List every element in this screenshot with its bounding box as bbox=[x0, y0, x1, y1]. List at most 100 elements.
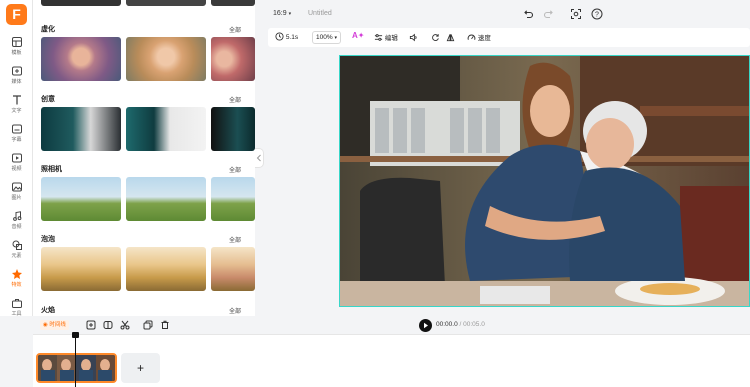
chevron-down-icon: ▾ bbox=[288, 11, 292, 17]
view-all-link[interactable]: 全部 bbox=[229, 235, 241, 244]
text-icon bbox=[12, 95, 21, 105]
app-logo[interactable]: F bbox=[6, 4, 27, 25]
video-frame-image bbox=[340, 56, 749, 306]
timeline-toggle-button[interactable]: ◉ 时间线 bbox=[40, 320, 69, 330]
collapse-panel-toggle[interactable] bbox=[255, 148, 264, 168]
aspect-ratio-select[interactable]: 16:9 ▾ bbox=[273, 10, 291, 17]
effect-thumbnail[interactable] bbox=[126, 0, 206, 6]
ai-magic-icon[interactable]: A✦ bbox=[352, 31, 364, 40]
zoom-value: 100% bbox=[316, 34, 333, 41]
sidebar-item-video[interactable]: 视频 bbox=[0, 149, 33, 177]
sidebar-item-label: 视频 bbox=[11, 166, 22, 172]
effect-thumbnail[interactable] bbox=[211, 0, 255, 6]
view-all-link[interactable]: 全部 bbox=[229, 95, 241, 104]
volume-icon[interactable] bbox=[409, 33, 418, 42]
edit-sliders-icon bbox=[374, 34, 383, 41]
playhead[interactable] bbox=[75, 334, 76, 387]
effect-thumbnail[interactable] bbox=[41, 0, 121, 6]
effect-thumbnail[interactable] bbox=[41, 177, 121, 221]
help-icon[interactable]: ? bbox=[591, 8, 603, 20]
clip-toolbar: 5.1s 100% ▾ A✦ 编辑 速度 bbox=[268, 28, 750, 47]
timeline-label: 时间线 bbox=[49, 322, 66, 328]
playhead-handle[interactable] bbox=[72, 332, 79, 338]
duration-value: 5.1s bbox=[285, 34, 299, 41]
screen-record-icon[interactable] bbox=[570, 8, 582, 20]
clock-icon bbox=[275, 32, 284, 41]
category-title: 照相机 bbox=[41, 166, 62, 173]
speed-label: 速度 bbox=[477, 35, 491, 42]
view-all-link[interactable]: 全部 bbox=[229, 25, 241, 34]
elements-icon bbox=[12, 240, 22, 250]
image-icon bbox=[11, 182, 22, 192]
effect-thumbnail[interactable] bbox=[211, 177, 255, 221]
add-icon[interactable] bbox=[86, 320, 96, 330]
sidebar-item-elements[interactable]: 元素 bbox=[0, 236, 33, 264]
clip-filmstrip bbox=[38, 355, 115, 381]
effect-thumbnail[interactable] bbox=[41, 37, 121, 81]
video-preview-canvas[interactable] bbox=[339, 55, 750, 307]
edit-button[interactable]: 编辑 bbox=[374, 32, 398, 42]
sidebar-item-text[interactable]: 文字 bbox=[0, 91, 33, 119]
speed-button[interactable]: 速度 bbox=[467, 32, 491, 42]
undo-icon[interactable] bbox=[522, 8, 534, 20]
sidebar-item-subtitle[interactable]: 字幕 bbox=[0, 120, 33, 148]
template-icon bbox=[11, 37, 22, 47]
project-name[interactable]: Untitled bbox=[308, 10, 332, 17]
zoom-select[interactable]: 100% ▾ bbox=[312, 31, 341, 44]
sidebar-item-image[interactable]: 图片 bbox=[0, 178, 33, 206]
effect-thumbnail[interactable] bbox=[41, 247, 121, 291]
sidebar-item-label: 元素 bbox=[11, 253, 22, 259]
category-title: 虚化 bbox=[41, 26, 55, 33]
tools-icon bbox=[11, 299, 22, 308]
effects-panel: 虚化 全部 创意 全部 照相机 全部 泡泡 全部 火焰 全部 bbox=[33, 0, 255, 316]
sidebar-rail: F 模板 媒体 文字 字幕 视频 图片 音频 元素 特效 工具 bbox=[0, 0, 33, 317]
audio-icon bbox=[12, 211, 21, 221]
flip-icon[interactable] bbox=[446, 33, 455, 42]
redo-icon[interactable] bbox=[543, 8, 555, 20]
add-clip-button[interactable]: + bbox=[121, 353, 160, 383]
sidebar-item-label: 图片 bbox=[11, 195, 22, 201]
subtitle-icon bbox=[11, 124, 22, 134]
split-icon[interactable] bbox=[103, 320, 113, 330]
view-all-link[interactable]: 全部 bbox=[229, 165, 241, 174]
total-time: 00:05.0 bbox=[463, 321, 485, 328]
delete-icon[interactable] bbox=[160, 320, 170, 330]
cut-icon[interactable] bbox=[120, 320, 130, 330]
timeline-controls: ◉ 时间线 00:00.0 / 00:05.0 bbox=[33, 316, 750, 334]
chevron-down-icon: ▾ bbox=[334, 35, 337, 41]
speed-icon bbox=[467, 34, 476, 40]
effect-thumbnail[interactable] bbox=[211, 247, 255, 291]
sidebar-item-media[interactable]: 媒体 bbox=[0, 62, 33, 90]
rotate-icon[interactable] bbox=[431, 33, 440, 42]
view-all-link[interactable]: 全部 bbox=[229, 306, 241, 315]
sidebar-item-audio[interactable]: 音频 bbox=[0, 207, 33, 235]
svg-text:?: ? bbox=[595, 12, 599, 19]
timecode: 00:00.0 / 00:05.0 bbox=[436, 321, 485, 328]
sidebar-item-tools[interactable]: 工具 bbox=[0, 294, 33, 322]
time-separator: / bbox=[459, 321, 462, 328]
effect-thumbnail[interactable] bbox=[126, 247, 206, 291]
category-title: 泡泡 bbox=[41, 236, 55, 243]
video-icon bbox=[11, 153, 22, 163]
effect-thumbnail[interactable] bbox=[211, 37, 255, 81]
sidebar-item-label: 音频 bbox=[11, 224, 22, 230]
timeline-icon: ◉ bbox=[43, 322, 48, 328]
sidebar-item-template[interactable]: 模板 bbox=[0, 33, 33, 61]
duplicate-icon[interactable] bbox=[143, 320, 153, 330]
chevron-left-icon bbox=[256, 154, 261, 162]
play-button[interactable] bbox=[419, 319, 432, 332]
timeline-clip[interactable] bbox=[36, 353, 117, 383]
effect-thumbnail[interactable] bbox=[41, 107, 121, 151]
effect-thumbnail[interactable] bbox=[211, 107, 255, 151]
sidebar-item-effects[interactable]: 特效 bbox=[0, 265, 33, 293]
effect-thumbnail[interactable] bbox=[126, 177, 206, 221]
sidebar-item-label: 工具 bbox=[11, 311, 22, 317]
effect-thumbnail[interactable] bbox=[126, 37, 206, 81]
effect-thumbnail[interactable] bbox=[126, 107, 206, 151]
sidebar-item-label: 文字 bbox=[11, 108, 22, 114]
edit-label: 编辑 bbox=[384, 35, 398, 42]
editor-app: F 模板 媒体 文字 字幕 视频 图片 音频 元素 特效 工具 虚化 全部 创意… bbox=[0, 0, 750, 387]
category-title: 火焰 bbox=[41, 307, 55, 314]
sidebar-item-label: 字幕 bbox=[11, 137, 22, 143]
duration-control[interactable]: 5.1s bbox=[275, 32, 298, 41]
